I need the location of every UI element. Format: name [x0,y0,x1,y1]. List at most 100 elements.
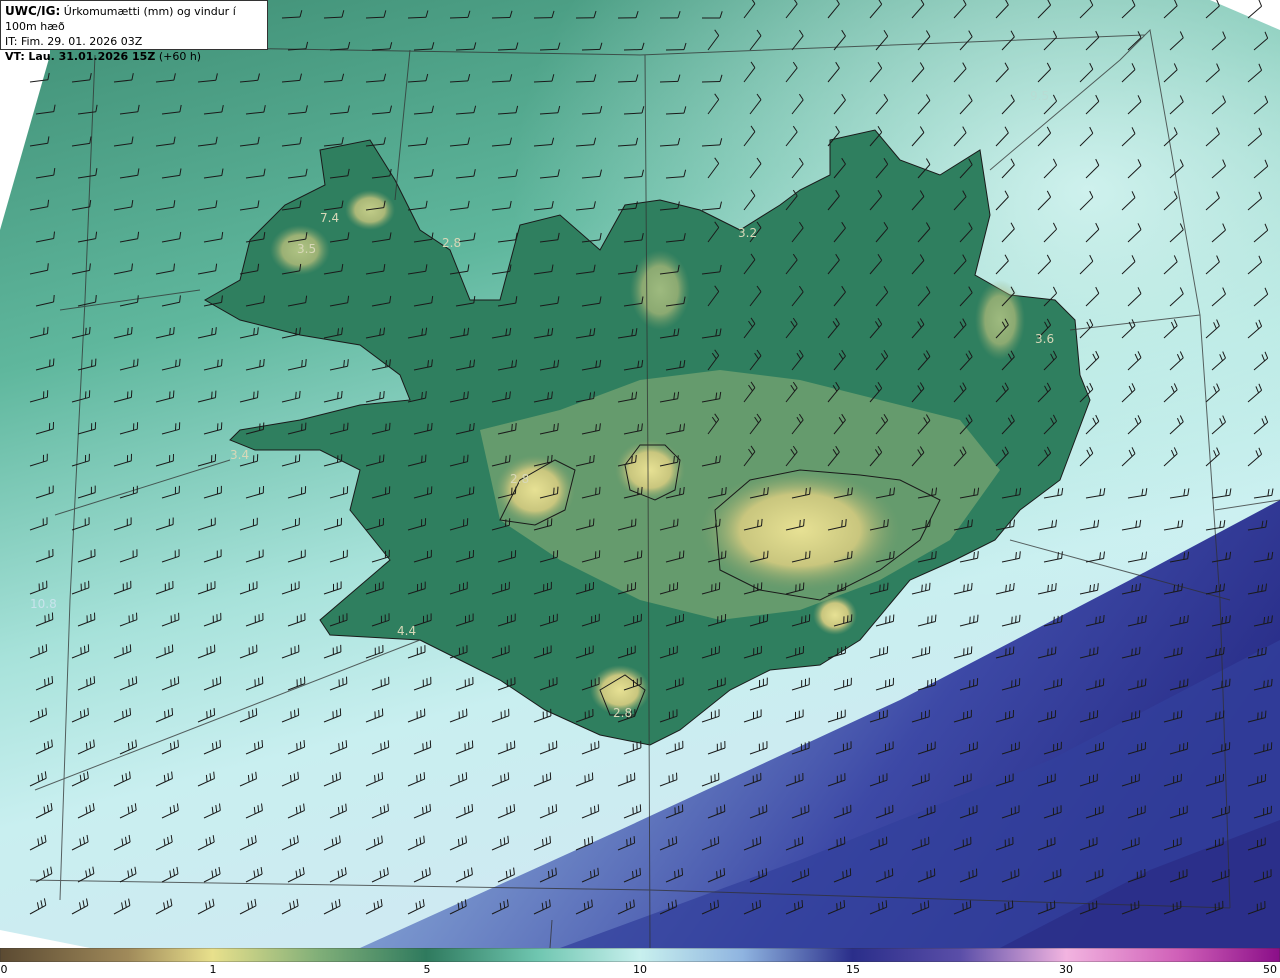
wind-barb-feather [934,614,937,622]
wind-barb-feather [763,488,765,496]
wind-barb-feather [174,677,176,685]
wind-barb-feather [343,423,345,431]
color-legend-bar [0,948,1280,962]
wind-barb-feather [205,774,208,782]
wind-barb-feather [765,868,768,876]
wind-barb-feather [1047,584,1049,592]
wind-barb-feather [80,647,82,655]
wind-barb-feather [507,835,509,843]
wind-barb-feather [757,519,759,527]
wind-barb-feather [341,741,344,749]
wind-barb-feather [263,358,265,367]
wind-barb-feather [381,771,384,780]
wind-barb-feather [977,614,979,622]
wind-barb-feather [800,871,802,879]
wind-barb-feather [717,899,719,907]
wind-barb-feather [963,584,965,592]
title-line: UWC/IG: Úrkomumætti (mm) og vindur í 100… [5,4,263,34]
wind-barb [581,48,601,51]
wind-barb-feather [839,901,842,909]
wind-barb-feather [632,807,634,815]
wind-barb-feather [1187,615,1189,623]
wind-barb-feather [1219,647,1221,655]
wind-barb-feather [177,739,179,747]
wind-barb-feather [1054,646,1057,654]
wind-barb-feather [755,901,758,909]
lead-time: (+60 h) [158,50,202,63]
wind-barb-feather [837,584,839,592]
wind-barb-feather [37,710,40,719]
wind-barb-feather [345,803,347,811]
wind-barb-feather [547,870,550,878]
wind-barb-feather [38,647,40,655]
wind-barb-feather [127,742,130,750]
wind-barb-feather [296,743,298,751]
wind-barb-feather [962,903,964,911]
wind-barb-feather [248,711,250,719]
wind-barb-feather [667,902,670,910]
wind-barb-feather [767,550,769,558]
wind-barb-feather [389,422,391,430]
wind-barb-feather [89,677,92,685]
wind-barb-feather [548,807,550,815]
wind-barb-feather [1055,583,1057,591]
wind-barb-feather [252,709,254,717]
wind-barb-feather [1264,710,1267,718]
wind-barb-feather [467,454,469,462]
wind-barb-feather [710,902,712,911]
wind-barb-feather [347,359,349,367]
wind-barb-feather [584,839,586,847]
wind-barb-feather [332,775,334,783]
wind-barb-feather [172,390,175,398]
wind-barb-feather [511,423,513,432]
wind-barb [659,80,679,83]
wind-barb-feather [387,740,390,748]
wind-barb-feather [53,294,55,303]
wind-barb [539,48,559,51]
wind-barb-feather [257,327,259,335]
wind-barb-feather [631,455,633,464]
wind-barb-feather [883,520,885,528]
legend-tick: 0 [0,963,8,976]
wind-barb-feather [973,615,975,623]
wind-barb-feather [887,582,889,590]
wind-barb-feather [213,771,215,779]
wind-barb-feather [338,743,340,751]
wind-barb-feather [1183,679,1185,687]
wind-barb-feather [463,455,465,463]
wind-barb-feather [219,739,221,747]
wind-barb-feather [51,675,54,684]
value-label: 3.6 [1035,332,1054,346]
wind-barb-feather [1015,615,1017,623]
wind-barb-feather [423,835,425,843]
wind-barb-feather [635,869,638,877]
wind-barb-feather [557,423,559,431]
wind-barb-feather [767,487,769,495]
value-label: 9.5 [1030,89,1049,103]
wind-barb-feather [592,518,595,526]
wind-barb-feather [587,837,590,845]
wind-barb-feather [337,806,340,814]
wind-barb-feather [299,390,301,398]
product-code: UWC/IG: [5,4,61,18]
wind-barb-feather [633,836,636,844]
wind-barb-feather [725,487,727,495]
wind-barb-feather [805,488,807,496]
value-label: 2.8 [613,706,632,720]
wind-barb-feather [885,900,888,908]
wind-barb-feather [44,679,46,687]
wind-barb-feather [84,645,86,653]
wind-barb-feather [384,741,386,749]
wind-barb-feather [595,424,597,432]
wind-barb-feather [1095,616,1097,624]
wind-barb-feather [889,615,891,623]
wind-barb-feather [173,741,176,749]
wind-barb-feather [549,835,551,843]
wind-barb-feather [1183,615,1185,624]
wind-barb-feather [1257,648,1259,656]
wind-barb [701,81,721,83]
wind-barb [407,16,427,19]
wind-barb-feather [83,709,86,717]
wind-barb-feather [681,867,684,876]
value-label: 2.8 [442,236,461,250]
